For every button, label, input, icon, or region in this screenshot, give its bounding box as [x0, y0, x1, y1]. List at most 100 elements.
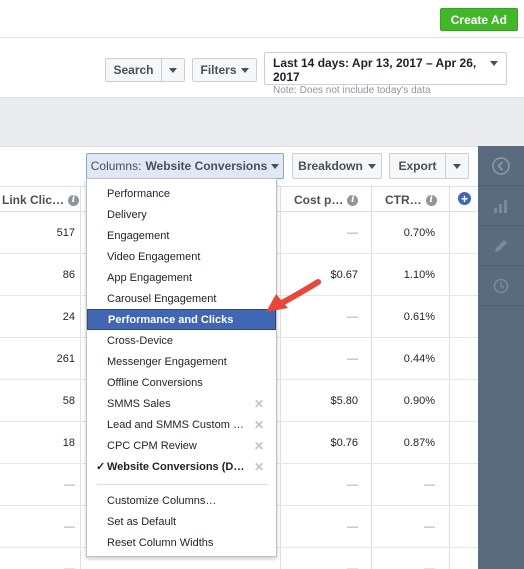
column-preset-label: Engagement	[107, 229, 170, 242]
top-bar: Create Ad	[0, 0, 524, 38]
column-preset-label: Offline Conversions	[107, 376, 203, 389]
cell-cost-per: —	[347, 563, 358, 569]
cell-cost-per: —	[347, 479, 358, 491]
column-header-link-clicks[interactable]: Link Clic… i	[2, 193, 80, 207]
column-preset-item[interactable]: Delivery	[87, 204, 276, 225]
menu-divider	[97, 484, 268, 485]
column-preset-item[interactable]: Lead and SMMS Custom … ✕	[87, 414, 276, 435]
columns-dropdown-menu: Performance Delivery Engagement Video Engag…	[86, 178, 277, 557]
column-preset-label: Lead and SMMS Custom …	[107, 418, 244, 431]
cell-cost-per: $0.76	[330, 437, 358, 449]
cell-ctr: 0.70%	[403, 227, 435, 239]
clock-icon	[493, 278, 509, 293]
chevron-left-circle-icon	[492, 156, 510, 175]
chevron-down-icon	[453, 163, 461, 169]
cell-ctr: 1.10%	[403, 269, 435, 281]
cell-link-clicks: —	[64, 521, 75, 533]
cell-ctr: 0.44%	[403, 353, 435, 365]
filters-button-label: Filters	[200, 63, 237, 77]
column-preset-label: Video Engagement	[107, 250, 201, 263]
search-button-label: Search	[106, 59, 162, 81]
cell-link-clicks: 24	[62, 311, 75, 323]
add-column-icon[interactable]: +	[458, 192, 471, 205]
remove-preset-icon[interactable]: ✕	[254, 397, 264, 411]
collapse-panel-button[interactable]	[478, 146, 524, 186]
columns-preset-button[interactable]: Columns: Website Conversions	[86, 153, 284, 179]
filters-button[interactable]: Filters	[192, 58, 257, 82]
column-preset-item[interactable]: App Engagement	[87, 267, 276, 288]
column-preset-item[interactable]: SMMS Sales ✕	[87, 393, 276, 414]
column-preset-item[interactable]: Carousel Engagement	[87, 288, 276, 309]
column-preset-item[interactable]: Messenger Engagement	[87, 351, 276, 372]
breakdown-label: Breakdown	[298, 159, 363, 173]
right-sidebar	[478, 146, 524, 569]
column-preset-item[interactable]: Offline Conversions	[87, 372, 276, 393]
cell-link-clicks: 58	[62, 395, 75, 407]
column-header-label: Link Clic…	[2, 193, 65, 207]
column-action-item[interactable]: Reset Column Widths	[87, 532, 276, 553]
column-preset-label: Website Conversions (D…	[107, 460, 245, 473]
date-range-picker[interactable]: Last 14 days: Apr 13, 2017 – Apr 26, 201…	[264, 52, 507, 96]
search-dropdown-toggle[interactable]	[162, 67, 184, 73]
info-icon[interactable]: i	[68, 194, 80, 206]
column-action-item[interactable]: Set as Default	[87, 511, 276, 532]
export-dropdown-toggle[interactable]	[446, 163, 468, 169]
column-preset-label: Cross-Device	[107, 334, 174, 347]
column-preset-label: Performance and Clicks	[108, 313, 234, 326]
column-preset-item[interactable]: Cross-Device	[87, 330, 276, 351]
info-icon[interactable]: i	[425, 194, 437, 206]
cell-link-clicks: 517	[56, 227, 75, 239]
cell-cost-per: —	[347, 353, 358, 365]
charts-button[interactable]	[478, 186, 524, 226]
cell-link-clicks: —	[64, 563, 75, 569]
section-spacer	[0, 98, 524, 146]
columns-value: Website Conversions	[145, 159, 268, 173]
checkmark-icon: ✓	[96, 461, 106, 473]
export-button[interactable]: Export	[389, 153, 469, 179]
cell-ctr: —	[424, 479, 435, 491]
history-button[interactable]	[478, 266, 524, 306]
create-ad-button[interactable]: Create Ad	[439, 8, 518, 31]
cell-link-clicks: 261	[56, 353, 75, 365]
pencil-icon	[495, 239, 507, 252]
column-preset-label: Carousel Engagement	[107, 292, 217, 305]
column-preset-item[interactable]: CPC CPM Review ✕	[87, 435, 276, 456]
column-preset-item[interactable]: Performance	[87, 183, 276, 204]
chevron-down-icon	[490, 61, 498, 66]
column-preset-item[interactable]: Video Engagement	[87, 246, 276, 267]
cell-ctr: 0.87%	[403, 437, 435, 449]
column-header-ctr[interactable]: CTR… i	[385, 193, 437, 207]
cell-ctr: —	[424, 521, 435, 533]
cell-cost-per: $0.67	[330, 269, 358, 281]
search-button[interactable]: Search	[105, 58, 185, 82]
cell-cost-per: —	[347, 227, 358, 239]
remove-preset-icon[interactable]: ✕	[254, 418, 264, 432]
remove-preset-icon[interactable]: ✕	[254, 439, 264, 453]
date-range-note: Note: Does not include today's data	[273, 85, 431, 96]
remove-preset-icon[interactable]: ✕	[254, 460, 264, 474]
column-action-item[interactable]: Customize Columns…	[87, 490, 276, 511]
column-preset-item[interactable]: Engagement	[87, 225, 276, 246]
columns-prefix: Columns:	[90, 159, 142, 173]
cell-cost-per: —	[347, 521, 358, 533]
export-label: Export	[390, 154, 446, 178]
column-header-cost-per[interactable]: Cost p… i	[294, 193, 359, 207]
column-preset-label: Messenger Engagement	[107, 355, 227, 368]
column-preset-item[interactable]: ✓ Website Conversions (D… ✕	[87, 456, 276, 477]
cell-link-clicks: —	[64, 479, 75, 491]
edit-button[interactable]	[478, 226, 524, 266]
cell-ctr: 0.61%	[403, 311, 435, 323]
red-arrow-annotation	[266, 279, 321, 312]
chevron-down-icon	[271, 163, 280, 169]
column-preset-item[interactable]: Performance and Clicks	[87, 309, 276, 330]
info-icon[interactable]: i	[347, 194, 359, 206]
cell-link-clicks: 86	[62, 269, 75, 281]
breakdown-button[interactable]: Breakdown	[292, 153, 382, 179]
column-preset-label: CPC CPM Review	[107, 439, 197, 452]
cell-ctr: 0.90%	[403, 395, 435, 407]
column-preset-label: Performance	[107, 187, 170, 200]
column-preset-label: Delivery	[107, 208, 147, 221]
chevron-down-icon	[240, 67, 249, 73]
cell-ctr: —	[424, 563, 435, 569]
chevron-down-icon	[367, 163, 376, 169]
